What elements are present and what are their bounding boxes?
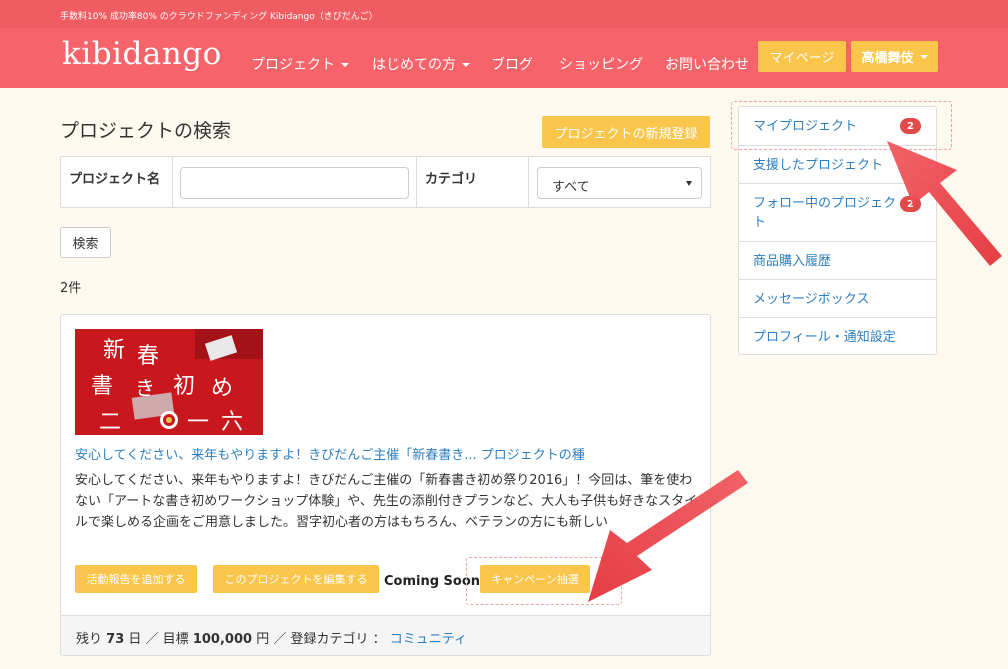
caret-down-icon: [686, 181, 692, 186]
campaign-lottery-button[interactable]: キャンペーン抽選: [480, 565, 590, 593]
notification-badge: 2: [900, 196, 921, 212]
days-unit: 日: [128, 632, 142, 647]
sidebar-item-label: フォロー中のプロジェクト: [753, 196, 897, 230]
thumb-char-1: 新: [103, 338, 125, 363]
project-thumbnail[interactable]: 新 春 書 き 初 め 二 〇 一 六: [75, 329, 263, 435]
chevron-down-icon: [341, 63, 349, 67]
nav-item-label: プロジェクト: [251, 57, 335, 73]
nav-item-label: お問い合わせ: [665, 57, 749, 73]
nav-item-label: ブログ: [491, 57, 533, 73]
announcement-bar: 手数料10% 成功率80% のクラウドファンディング Kibidango（きびだ…: [0, 0, 1008, 28]
project-card: 新 春 書 き 初 め 二 〇 一 六 安心してください、来年もやりますよ！きび…: [60, 314, 711, 656]
thumb-char-6: め: [211, 376, 233, 401]
nav-item-contact[interactable]: お問い合わせ: [665, 54, 749, 74]
thumb-char-2: 春: [137, 344, 159, 369]
remaining-prefix: 残り: [76, 632, 103, 647]
thumb-char-4: き: [135, 376, 155, 400]
project-name-input[interactable]: [180, 167, 409, 199]
main-navbar: kibidango プロジェクト はじめての方 ブログ ショッピング お問い合わ…: [0, 28, 1008, 88]
goal-amount: 100,000: [192, 632, 253, 647]
search-button[interactable]: 検索: [60, 227, 111, 258]
thumb-char-5: 初: [173, 374, 195, 399]
announcement-text: 手数料10% 成功率80% のクラウドファンディング Kibidango（きびだ…: [60, 12, 378, 22]
sidebar-item-message-box[interactable]: メッセージボックス: [739, 279, 936, 317]
site-logo[interactable]: kibidango: [62, 36, 222, 72]
result-count: 2件: [60, 281, 82, 296]
notification-badge: 2: [900, 118, 921, 134]
category-link[interactable]: コミュニティ: [390, 632, 467, 647]
sidebar-item-following-projects[interactable]: フォロー中のプロジェクト 2: [739, 183, 936, 241]
sidebar-item-label: 支援したプロジェクト: [753, 158, 884, 173]
nav-item-beginners[interactable]: はじめての方: [372, 54, 470, 74]
project-meta: 残り 73 日 ／ 目標 100,000 円 ／ 登録カテゴリ ： コミュニティ: [61, 615, 710, 655]
sidebar-item-label: マイプロジェクト: [753, 119, 858, 134]
user-menu-button[interactable]: 高橋舞伎: [851, 41, 938, 72]
page-title: プロジェクトの検索: [60, 120, 232, 142]
thumb-char-7: 二: [99, 410, 121, 435]
thumb-char-3: 書: [91, 374, 113, 399]
remaining-days: 73: [106, 632, 125, 647]
sidebar-item-profile-settings[interactable]: プロフィール・通知設定: [739, 317, 936, 355]
category-prefix: ／ 登録カテゴリ ：: [273, 632, 386, 647]
nav-item-shopping[interactable]: ショッピング: [559, 54, 643, 74]
user-name: 高橋舞伎: [861, 51, 914, 66]
chevron-down-icon: [919, 54, 928, 59]
nav-item-label: ショッピング: [559, 57, 643, 73]
yen-unit: 円: [256, 632, 270, 647]
sidebar-item-backed-projects[interactable]: 支援したプロジェクト: [739, 145, 936, 183]
project-description: 安心してください、来年もやりますよ！きびだんご主催の「新春書き初め祭り2016」…: [75, 473, 698, 530]
mypage-button[interactable]: マイページ: [758, 41, 846, 72]
sidebar-item-label: 商品購入履歴: [753, 254, 832, 269]
category-label: カテゴリ: [417, 157, 529, 207]
nav-item-projects[interactable]: プロジェクト: [251, 54, 349, 74]
thumb-char-10: 六: [221, 410, 243, 435]
category-select[interactable]: すべて: [537, 167, 702, 199]
category-select-value: すべて: [552, 180, 590, 195]
sidebar-item-my-projects[interactable]: マイプロジェクト 2: [739, 107, 936, 145]
nav-item-blog[interactable]: ブログ: [491, 54, 533, 74]
edit-project-button[interactable]: このプロジェクトを編集する: [213, 565, 379, 593]
thumb-char-9: 一: [187, 410, 209, 435]
project-name-label: プロジェクト名: [61, 157, 173, 207]
sidebar-item-label: プロフィール・通知設定: [753, 330, 896, 345]
goal-prefix: ／ 目標: [145, 632, 189, 647]
chevron-down-icon: [462, 63, 470, 67]
nav-item-label: はじめての方: [372, 57, 456, 73]
add-report-button[interactable]: 活動報告を追加する: [75, 565, 197, 593]
project-title-link[interactable]: 安心してください、来年もやりますよ！きびだんご主催「新春書き... プロジェクト…: [75, 444, 585, 463]
new-project-button[interactable]: プロジェクトの新規登録: [542, 116, 710, 148]
thumbnail-artwork: 新 春 書 き 初 め 二 〇 一 六: [75, 329, 263, 435]
sidebar-item-label: メッセージボックス: [753, 292, 870, 307]
sidebar-item-purchase-history[interactable]: 商品購入履歴: [739, 241, 936, 279]
coming-soon-label: Coming Soon!: [384, 574, 486, 589]
sidebar-menu: マイプロジェクト 2 支援したプロジェクト フォロー中のプロジェクト 2 商品購…: [738, 106, 937, 355]
